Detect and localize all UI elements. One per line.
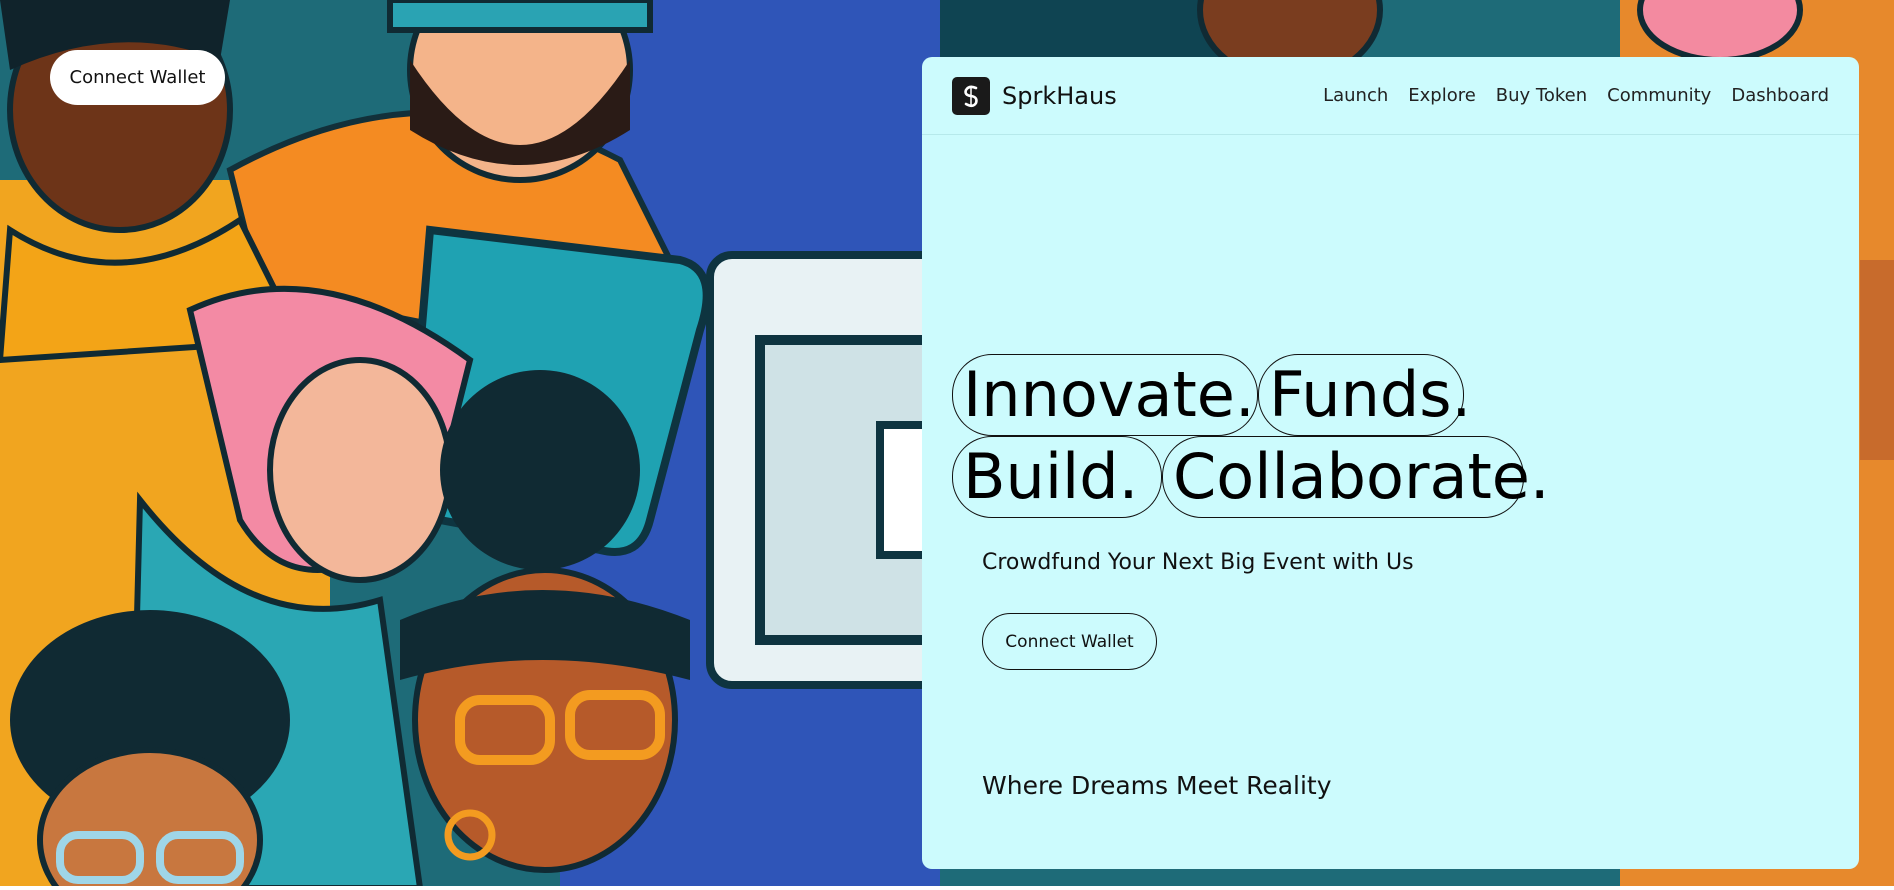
- hero-subtitle: Crowdfund Your Next Big Event with Us: [982, 550, 1414, 575]
- hero-tagline: Where Dreams Meet Reality: [982, 771, 1332, 800]
- nav-item-dashboard[interactable]: Dashboard: [1731, 85, 1829, 106]
- nav-item-explore[interactable]: Explore: [1408, 85, 1476, 106]
- headline-row: Build. Collaborate.: [952, 436, 1550, 518]
- s-logo-icon: [952, 76, 990, 115]
- brand-name: SprkHaus: [1002, 81, 1117, 110]
- hero-panel: SprkHaus Launch Explore Buy Token Commun…: [922, 57, 1859, 869]
- nav-item-buy-token[interactable]: Buy Token: [1496, 85, 1587, 106]
- nav-item-community[interactable]: Community: [1607, 85, 1711, 106]
- brand[interactable]: SprkHaus: [952, 76, 1117, 115]
- nav-links: Launch Explore Buy Token Community Dashb…: [1323, 85, 1829, 106]
- headline-word-innovate: Innovate.: [952, 354, 1258, 436]
- headline-word-build: Build.: [952, 436, 1162, 518]
- nav-item-launch[interactable]: Launch: [1323, 85, 1388, 106]
- headline-row: Innovate. Funds.: [952, 354, 1524, 436]
- corner-connect-wallet-button[interactable]: Connect Wallet: [50, 50, 225, 105]
- connect-wallet-button[interactable]: Connect Wallet: [982, 613, 1157, 670]
- top-nav: SprkHaus Launch Explore Buy Token Commun…: [922, 57, 1859, 135]
- hero-headline: Innovate. Funds. Build. Collaborate.: [952, 354, 1550, 518]
- headline-word-funds: Funds.: [1258, 354, 1471, 436]
- headline-word-collaborate: Collaborate.: [1162, 436, 1550, 518]
